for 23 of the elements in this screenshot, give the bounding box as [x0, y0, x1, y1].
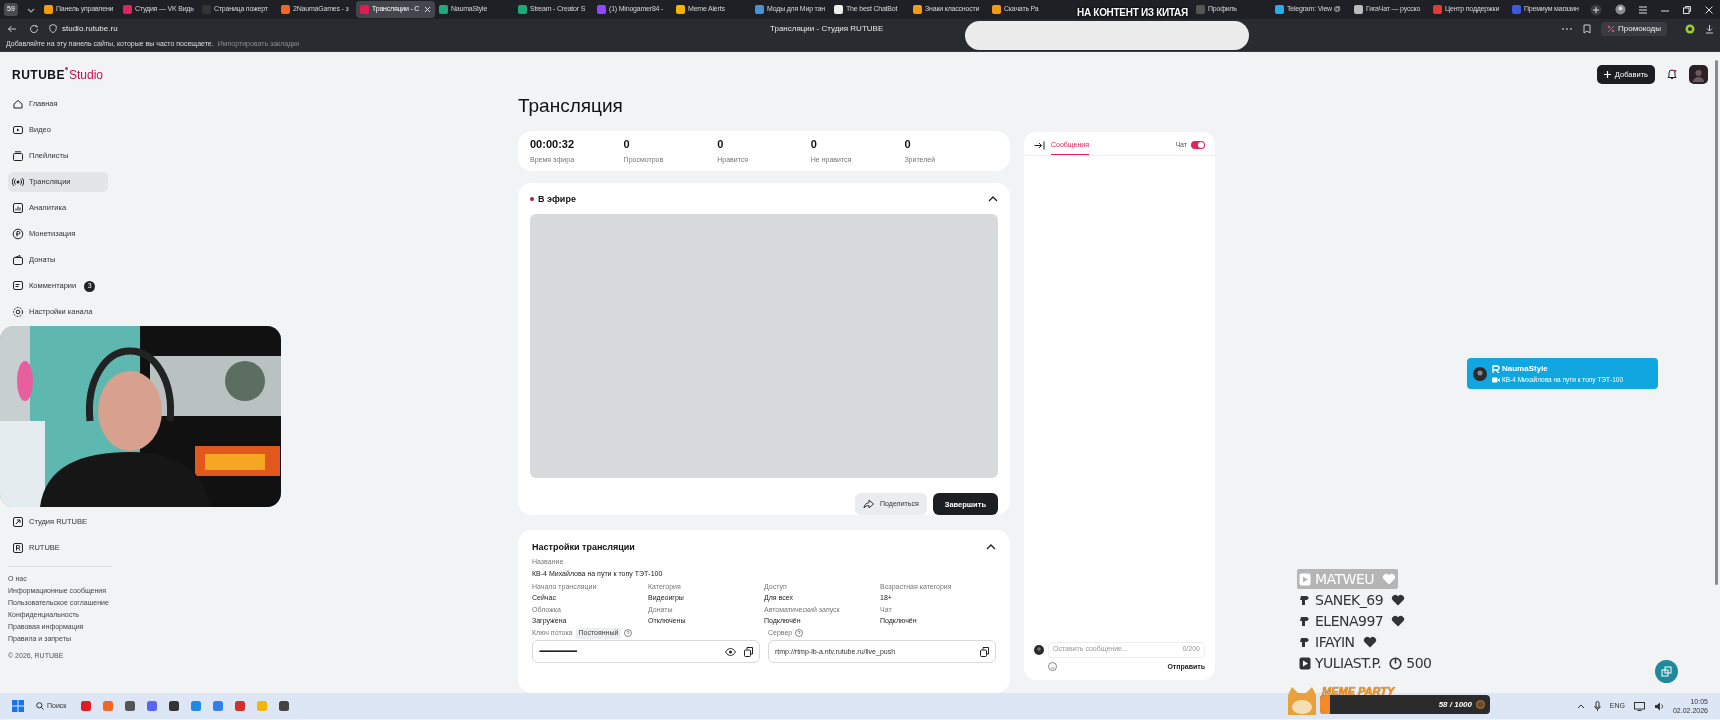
amount-text: 500	[1406, 653, 1432, 673]
stat-value: 0	[810, 137, 817, 153]
promo-button[interactable]: Промокоды	[1601, 21, 1667, 36]
username-text: ELENA997	[1315, 611, 1384, 631]
progress-text: 58 / 1000	[1438, 699, 1472, 711]
url-text[interactable]: studio.rutube.ru	[62, 22, 118, 35]
username-text: IFAYIN	[1315, 632, 1355, 652]
meme-party-title: MEME PARTY	[1322, 684, 1395, 699]
username-text: SANEK_69	[1315, 590, 1384, 610]
stat-value: 00:00:32	[530, 137, 575, 153]
section-title: В эфире	[538, 192, 576, 206]
username-text: MATWEU	[1315, 569, 1375, 589]
username-text: YULIAST.P.	[1315, 653, 1382, 673]
logo-text[interactable]: RUTUBE	[12, 66, 65, 84]
stat-value: 0	[623, 137, 630, 153]
page-heading: Трансляция	[518, 94, 623, 118]
stat-value: 0	[904, 137, 911, 153]
stat-value: 0	[717, 137, 724, 153]
section-title: Настройки трансляции	[532, 540, 635, 554]
channel-name: NaumaStyle	[1502, 362, 1548, 375]
page-title: Трансляции - Студия RUTUBE	[770, 22, 884, 35]
logo-product-text[interactable]: Studio	[69, 66, 104, 84]
overlay-banner-text: НА КОНТЕНТ ИЗ КИТАЯ	[1077, 6, 1188, 20]
